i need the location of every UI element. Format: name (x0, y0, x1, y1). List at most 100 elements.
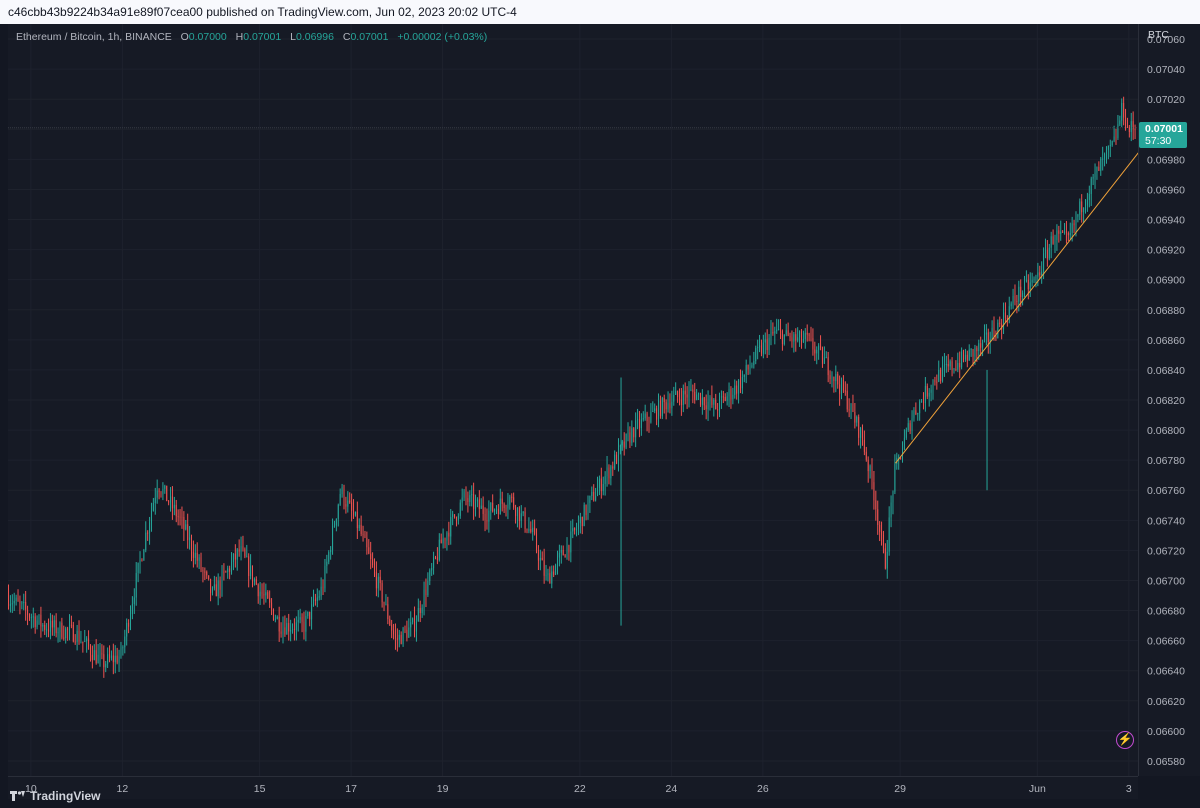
candle-body (124, 636, 126, 648)
candle-body (1071, 223, 1073, 233)
candle-body (40, 614, 42, 627)
candle-body (922, 401, 924, 404)
candle-body (705, 405, 707, 410)
candle-body (217, 580, 219, 597)
candle-body (949, 361, 951, 367)
candle-body (303, 621, 305, 632)
candle-body (27, 609, 29, 616)
candle-body (764, 339, 766, 343)
candle-body (497, 508, 499, 515)
candle-body (682, 390, 684, 406)
candle-body (997, 322, 999, 339)
candle-body (778, 329, 780, 331)
candle-body (206, 571, 208, 576)
candle-body (999, 322, 1001, 324)
candle-body (431, 568, 433, 571)
candle-body (879, 524, 881, 532)
candle-body (892, 491, 894, 503)
candle-body (23, 601, 25, 603)
candle-body (1041, 271, 1043, 276)
candle-body (141, 559, 143, 561)
low-value: 0.06996 (295, 31, 334, 43)
candle-body (1016, 300, 1018, 302)
candle-body (835, 374, 837, 382)
candle-body (860, 428, 862, 438)
candle-body (576, 529, 578, 531)
candle-body (455, 517, 457, 521)
candle-body (1056, 230, 1058, 241)
candle-body (1073, 223, 1075, 226)
candle-body (196, 552, 198, 561)
candle-body (612, 466, 614, 469)
candle-body (591, 491, 593, 496)
candle-body (244, 549, 246, 557)
candle-body (21, 602, 23, 604)
candle-body (1043, 253, 1045, 272)
candle-body (53, 620, 55, 628)
symbol-name[interactable]: Ethereum / Bitcoin, 1h, BINANCE (16, 31, 172, 43)
candle-body (25, 601, 27, 610)
candle-body (478, 499, 480, 509)
candle-body (475, 501, 477, 509)
candle-body (61, 622, 63, 638)
candle-body (1010, 303, 1012, 307)
price-axis-unit: BTC (1148, 29, 1169, 41)
candle-body (1105, 149, 1107, 154)
candle-body (646, 413, 648, 422)
candle-body (555, 564, 557, 575)
candle-body (690, 389, 692, 391)
footer: TradingView (0, 784, 1200, 808)
candle-body (44, 625, 46, 630)
candle-body (13, 601, 15, 604)
candle-body (1065, 231, 1067, 233)
candle-body (595, 495, 597, 501)
candle-body (970, 349, 972, 351)
candle-body (55, 620, 57, 634)
candle-body (780, 329, 782, 331)
candle-body (263, 594, 265, 596)
candle-body (356, 511, 358, 529)
candle-body (379, 576, 381, 584)
candle-body (837, 374, 839, 385)
candle-body (566, 545, 568, 558)
candle-body (961, 351, 963, 368)
candle-body (518, 507, 520, 521)
candle-body (940, 369, 942, 381)
candle-body (625, 433, 627, 448)
candle-body (1079, 201, 1081, 215)
candle-body (627, 432, 629, 434)
candle-body (404, 628, 406, 630)
lightning-bolt-icon[interactable]: ⚡ (1116, 731, 1134, 749)
candle-body (480, 505, 482, 509)
candle-body (1115, 136, 1117, 138)
candle-body (865, 451, 867, 460)
candle-body (930, 389, 932, 393)
candle-body (1027, 279, 1029, 290)
candle-body (932, 380, 934, 390)
candle-body (400, 634, 402, 645)
chart-pane[interactable] (8, 24, 1138, 776)
candle-body (210, 578, 212, 593)
price-tick-label: 0.06660 (1147, 636, 1185, 648)
candle-body (684, 390, 686, 395)
candle-body (770, 331, 772, 338)
candle-body (389, 619, 391, 626)
candle-body (863, 440, 865, 452)
candle-body (604, 476, 606, 485)
candle-body (936, 381, 938, 383)
candle-body (164, 485, 166, 489)
candle-body (452, 514, 454, 518)
candle-body (1075, 216, 1077, 226)
candle-body (97, 654, 99, 664)
candle-body (810, 335, 812, 339)
candle-body (63, 637, 65, 639)
candle-body (719, 397, 721, 411)
candle-body (597, 487, 599, 496)
candle-body (265, 592, 267, 596)
candle-body (292, 628, 294, 631)
candle-body (593, 491, 595, 501)
price-tick-label: 0.06640 (1147, 666, 1185, 678)
candle-body (375, 571, 377, 589)
candle-body (1086, 199, 1088, 206)
candle-body (250, 565, 252, 577)
